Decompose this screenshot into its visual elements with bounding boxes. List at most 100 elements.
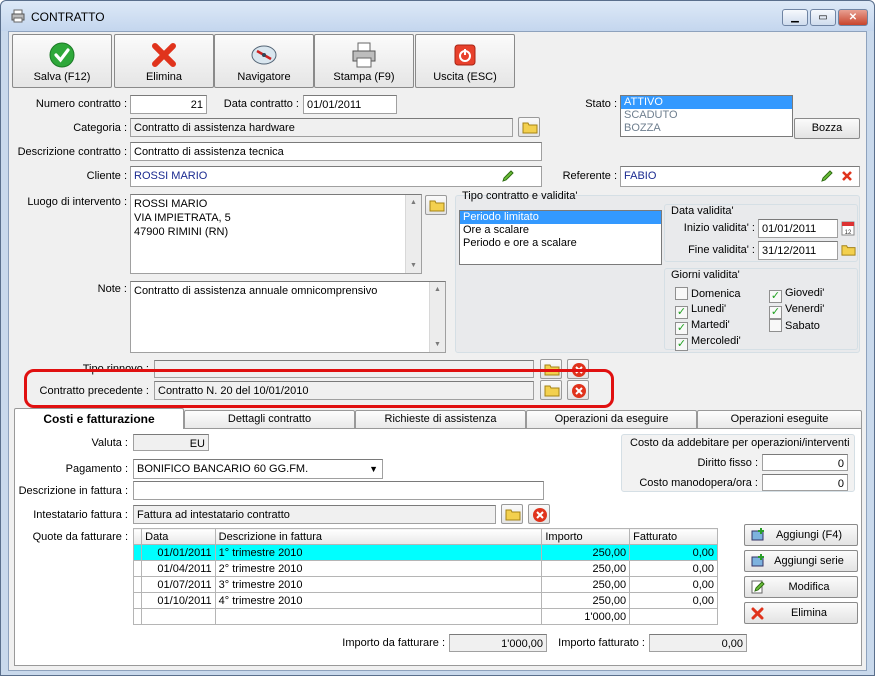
notes-scrollbar[interactable]: ▲ ▼ — [429, 282, 445, 352]
title-bar: CONTRATTO ▁ ▭ ✕ — [1, 1, 874, 31]
payment-dropdown[interactable]: BONIFICO BANCARIO 60 GG.FM. ▼ — [133, 459, 383, 479]
clear-x-icon — [533, 508, 547, 522]
form-body: Salva (F12) Elimina Navigatore Stampa (F… — [8, 31, 867, 671]
start-date-input[interactable]: 01/01/2011 — [758, 219, 838, 238]
contract-number-input[interactable]: 21 — [130, 95, 207, 114]
customer-label: Cliente : — [86, 170, 127, 182]
notes-textarea[interactable]: Contratto di assistenza annuale omnicomp… — [130, 281, 446, 353]
edit-installment-button[interactable]: Modifica — [744, 576, 858, 598]
maximize-button[interactable]: ▭ — [810, 9, 836, 26]
column-header-date[interactable]: Data — [141, 528, 216, 545]
currency-field[interactable]: EU — [133, 434, 209, 451]
table-total-row: 1'000,00 — [132, 608, 718, 625]
contract-type-title: Tipo contratto e validita' — [462, 190, 578, 202]
thursday-checkbox[interactable]: ✓ Giovedi' — [769, 287, 824, 303]
red-x-icon — [152, 43, 176, 67]
customer-field[interactable]: ROSSI MARIO — [130, 166, 542, 187]
window-title: CONTRATTO — [31, 10, 105, 24]
location-label: Luogo di intervento : — [27, 196, 127, 208]
compass-icon — [251, 45, 277, 65]
print-button[interactable]: Stampa (F9) — [314, 34, 414, 88]
pencil-icon[interactable] — [820, 169, 834, 183]
contract-date-input[interactable]: 01/01/2011 — [303, 95, 397, 114]
notes-label: Note : — [97, 283, 127, 295]
navigator-button[interactable]: Navigatore — [214, 34, 314, 88]
installments-table[interactable]: Data Descrizione in fattura Importo Fatt… — [132, 528, 718, 625]
scroll-up-arrow-icon[interactable]: ▲ — [406, 195, 421, 210]
end-date-input[interactable]: 31/12/2011 — [758, 241, 838, 260]
end-date-label: Fine validita' : — [688, 244, 755, 256]
tab-completed-operations[interactable]: Operazioni eseguite — [697, 410, 862, 428]
labor-cost-label: Costo manodopera/ora : — [639, 477, 758, 489]
pencil-icon[interactable] — [501, 169, 515, 183]
table-row[interactable]: 01/01/2011 1° trimestre 2010 250,00 0,00 — [132, 544, 718, 561]
invoice-description-input[interactable] — [133, 481, 544, 500]
chevron-down-icon[interactable]: ▼ — [369, 462, 378, 476]
invoice-holder-field[interactable]: Fattura ad intestatario contratto — [133, 505, 496, 524]
add-series-button[interactable]: Aggiungi serie — [744, 550, 858, 572]
friday-checkbox[interactable]: ✓ Venerdi' — [769, 303, 824, 319]
exit-button[interactable]: Uscita (ESC) — [415, 34, 515, 88]
location-browse-button[interactable] — [425, 195, 447, 215]
status-option-draft[interactable]: BOZZA — [621, 122, 792, 135]
validity-date-group: Data validita' Inizio validita' : 01/01/… — [664, 204, 858, 262]
add-installment-button[interactable]: Aggiungi (F4) — [744, 524, 858, 546]
save-button[interactable]: Salva (F12) — [12, 34, 112, 88]
saturday-checkbox[interactable]: Sabato — [769, 319, 820, 332]
description-input[interactable]: Contratto di assistenza tecnica — [130, 142, 542, 161]
start-date-label: Inizio validita' : — [683, 222, 755, 234]
category-label: Categoria : — [73, 122, 127, 134]
tuesday-checkbox[interactable]: ✓ Martedi' — [675, 319, 730, 335]
status-label: Stato : — [585, 98, 617, 110]
column-header-amount[interactable]: Importo — [541, 528, 631, 545]
location-textarea[interactable]: ROSSI MARIO VIA IMPIETRATA, 5 47900 RIMI… — [130, 194, 422, 274]
status-option-active[interactable]: ATTIVO — [621, 96, 792, 109]
calendar-icon[interactable]: 12 — [841, 220, 855, 236]
table-row[interactable]: 01/10/2011 4° trimestre 2010 250,00 0,00 — [132, 592, 718, 609]
contract-date-label: Data contratto : — [223, 98, 299, 110]
contract-type-list[interactable]: Periodo limitato Ore a scalare Periodo e… — [459, 210, 662, 265]
scroll-down-arrow-icon[interactable]: ▼ — [406, 258, 421, 273]
tab-pending-operations[interactable]: Operazioni da eseguire — [526, 410, 697, 428]
sunday-checkbox[interactable]: Domenica — [675, 287, 741, 300]
scroll-down-arrow-icon[interactable]: ▼ — [430, 337, 445, 352]
category-field[interactable]: Contratto di assistenza hardware — [130, 118, 513, 137]
currency-label: Valuta : — [91, 437, 129, 449]
table-row[interactable]: 01/04/2011 2° trimestre 2010 250,00 0,00 — [132, 560, 718, 577]
close-window-button[interactable]: ✕ — [838, 9, 868, 26]
table-row[interactable]: 01/07/2011 3° trimestre 2010 250,00 0,00 — [132, 576, 718, 593]
validity-days-group: Giorni validita' Domenica ✓ Lunedi' ✓ Mart… — [664, 268, 858, 351]
folder-icon[interactable] — [841, 242, 856, 257]
type-option-limited[interactable]: Periodo limitato — [460, 211, 661, 224]
location-scrollbar[interactable]: ▲ ▼ — [405, 195, 421, 273]
payment-label: Pagamento : — [65, 463, 128, 475]
tab-contract-details[interactable]: Dettagli contratto — [184, 410, 355, 428]
wednesday-checkbox[interactable]: ✓ Mercoledi' — [675, 335, 741, 351]
draft-button[interactable]: Bozza — [794, 118, 860, 139]
labor-cost-input[interactable]: 0 — [762, 474, 848, 491]
status-option-expired[interactable]: SCADUTO — [621, 109, 792, 122]
category-browse-button[interactable] — [518, 117, 540, 137]
monday-checkbox[interactable]: ✓ Lunedi' — [675, 303, 726, 319]
amount-invoiced-field: 0,00 — [649, 634, 747, 652]
operation-cost-group: Costo da addebitare per operazioni/inter… — [621, 434, 855, 492]
printer-icon — [352, 42, 376, 68]
invoice-holder-browse-button[interactable] — [501, 504, 523, 524]
column-header-invoiced[interactable]: Fatturato — [629, 528, 718, 545]
minimize-button[interactable]: ▁ — [782, 9, 808, 26]
type-option-period-hours[interactable]: Periodo e ore a scalare — [460, 237, 661, 250]
tab-support-requests[interactable]: Richieste di assistenza — [355, 410, 526, 428]
delete-button[interactable]: Elimina — [114, 34, 214, 88]
description-label: Descrizione contratto : — [17, 146, 127, 158]
tab-costs-billing[interactable]: Costi e fatturazione — [14, 408, 184, 429]
column-header-description[interactable]: Descrizione in fattura — [214, 528, 543, 545]
invoice-holder-clear-button[interactable] — [528, 504, 550, 524]
delete-installment-button[interactable]: Elimina — [744, 602, 858, 624]
scroll-up-arrow-icon[interactable]: ▲ — [430, 282, 445, 297]
clear-x-icon[interactable] — [841, 170, 853, 182]
svg-text:12: 12 — [845, 230, 852, 236]
type-option-hours[interactable]: Ore a scalare — [460, 224, 661, 237]
fixed-fee-input[interactable]: 0 — [762, 454, 848, 471]
status-list[interactable]: ATTIVO SCADUTO BOZZA — [620, 95, 793, 137]
tab-bar: Costi e fatturazione Dettagli contratto … — [14, 408, 864, 429]
